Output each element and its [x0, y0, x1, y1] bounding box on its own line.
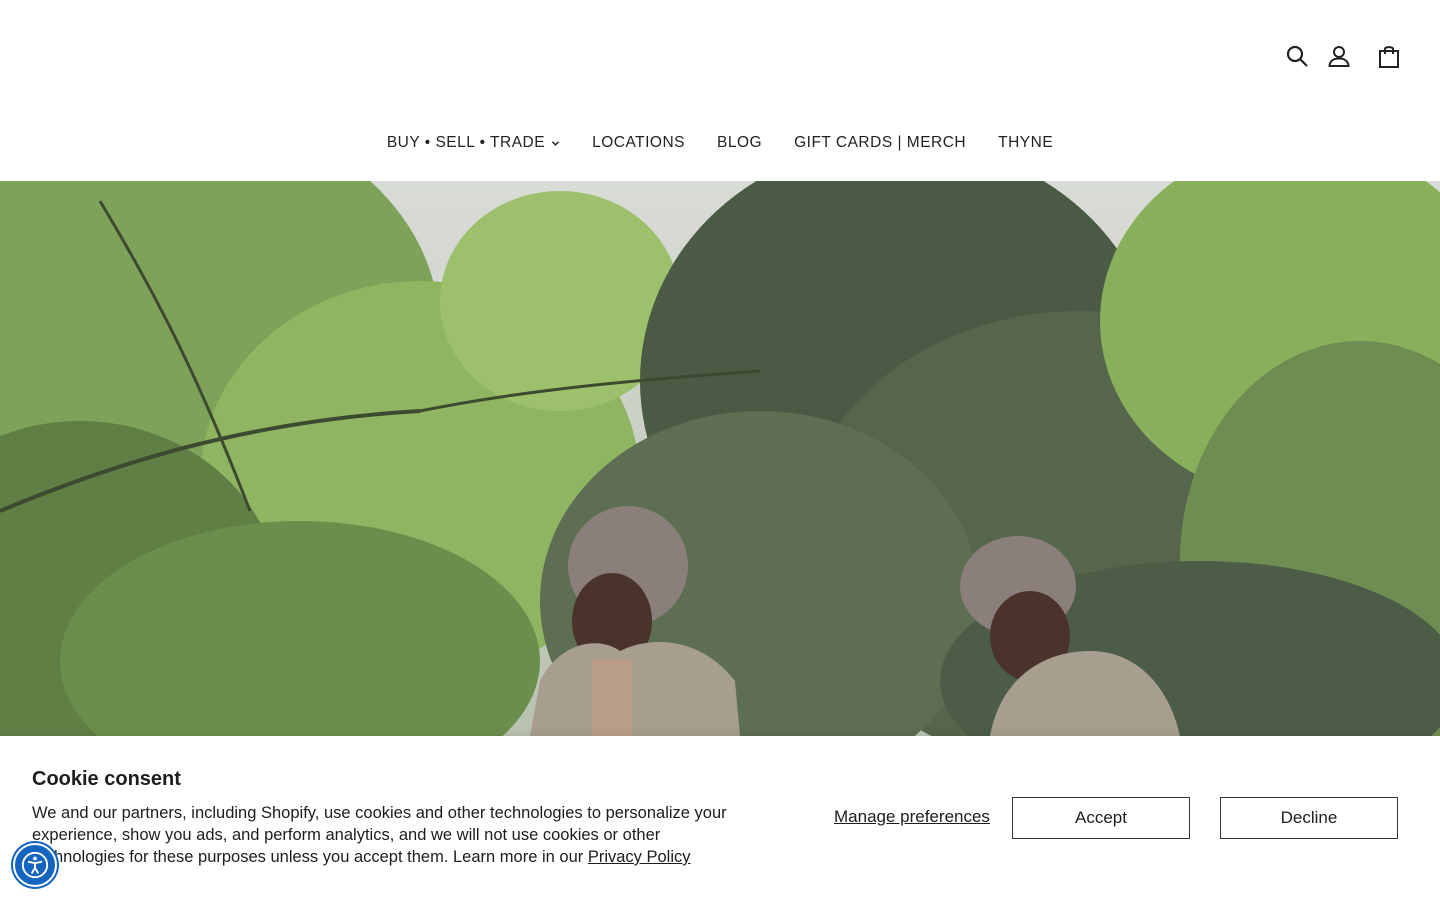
nav-item-label: THYNE: [998, 134, 1054, 151]
site-header: BUY • SELL • TRADE LOCATIONS BLOG GIFT C…: [0, 0, 1440, 181]
privacy-policy-link[interactable]: Privacy Policy: [588, 848, 691, 866]
account-icon[interactable]: [1326, 42, 1352, 70]
nav-item-thyne[interactable]: THYNE: [982, 134, 1069, 152]
nav-item-locations[interactable]: LOCATIONS: [576, 134, 701, 152]
cookie-banner: Cookie consent We and our partners, incl…: [0, 736, 1440, 900]
accept-button[interactable]: Accept: [1012, 797, 1190, 839]
header-icons: [1284, 42, 1402, 70]
nav-item-blog[interactable]: BLOG: [701, 134, 778, 152]
cookie-description: We and our partners, including Shopify, …: [32, 802, 752, 868]
nav-item-buy-sell-trade[interactable]: BUY • SELL • TRADE: [371, 134, 576, 152]
cookie-title: Cookie consent: [32, 768, 181, 790]
search-icon[interactable]: [1284, 42, 1310, 70]
hero-image[interactable]: [0, 181, 1440, 736]
chevron-down-icon: [551, 140, 560, 146]
manage-preferences-link[interactable]: Manage preferences: [834, 807, 990, 827]
main-nav: BUY • SELL • TRADE LOCATIONS BLOG GIFT C…: [0, 134, 1440, 152]
decline-button[interactable]: Decline: [1220, 797, 1398, 839]
accessibility-icon: [21, 851, 49, 879]
nav-item-label: LOCATIONS: [592, 134, 685, 151]
nav-item-gift-cards-merch[interactable]: GIFT CARDS | MERCH: [778, 134, 982, 152]
hero-photo: [0, 181, 1440, 736]
accessibility-button[interactable]: [13, 843, 57, 887]
nav-item-label: GIFT CARDS | MERCH: [794, 134, 967, 151]
nav-item-label: BUY • SELL • TRADE: [386, 134, 546, 151]
nav-item-label: BLOG: [717, 134, 763, 151]
cart-icon[interactable]: [1376, 42, 1402, 70]
